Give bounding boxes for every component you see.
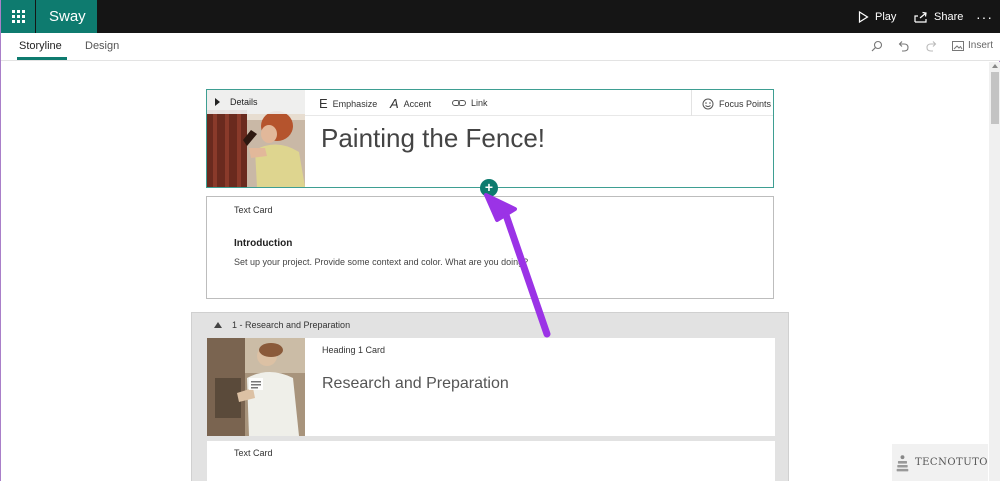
card-body-text[interactable]: Set up your project. Provide some contex… bbox=[234, 257, 528, 267]
link-icon bbox=[452, 100, 466, 106]
watermark-logo: TECNOTUTO bbox=[892, 444, 988, 481]
undo-icon[interactable] bbox=[896, 38, 912, 54]
more-options-button[interactable]: ··· bbox=[976, 0, 993, 33]
watermark-text: TECNOTUTO bbox=[914, 457, 988, 468]
play-button[interactable]: Play bbox=[858, 0, 896, 33]
play-icon bbox=[858, 10, 869, 23]
emphasize-button[interactable]: E Emphasize bbox=[319, 96, 377, 111]
scrollbar-thumb[interactable] bbox=[991, 72, 999, 124]
text-card[interactable]: Text Card bbox=[207, 441, 775, 481]
top-bar: Sway Play Share ··· bbox=[1, 0, 1000, 33]
card-type-label: Heading 1 Card bbox=[322, 345, 386, 355]
tab-design[interactable]: Design bbox=[85, 40, 119, 52]
share-label: Share bbox=[934, 10, 964, 23]
toolbar-divider bbox=[691, 90, 692, 116]
waffle-icon bbox=[11, 10, 25, 23]
share-icon bbox=[914, 11, 927, 23]
section-group: 1 - Research and Preparation Heading 1 C… bbox=[191, 312, 789, 481]
focus-points-label: Focus Points bbox=[719, 99, 772, 109]
heading-card-image[interactable] bbox=[207, 338, 305, 436]
play-label: Play bbox=[875, 10, 897, 23]
link-label: Link bbox=[471, 98, 488, 108]
title-text[interactable]: Painting the Fence! bbox=[321, 123, 545, 154]
accent-icon: A bbox=[390, 96, 399, 111]
details-label: Details bbox=[230, 97, 258, 107]
search-icon[interactable] bbox=[869, 38, 885, 54]
title-card[interactable]: Details E Emphasize A Accent Link Focus … bbox=[206, 89, 774, 188]
app-launcher-button[interactable] bbox=[1, 0, 35, 33]
heading-text[interactable]: Research and Preparation bbox=[322, 375, 509, 393]
redo-icon[interactable] bbox=[923, 38, 939, 54]
scroll-up-arrow-icon[interactable] bbox=[992, 64, 998, 68]
active-tab-indicator bbox=[17, 57, 67, 60]
insert-button[interactable]: Insert bbox=[952, 40, 993, 51]
share-button[interactable]: Share bbox=[914, 0, 963, 33]
insert-label: Insert bbox=[968, 40, 994, 51]
image-icon bbox=[952, 40, 964, 51]
card-type-label: Text Card bbox=[234, 448, 273, 458]
title-card-image[interactable]: Details bbox=[207, 90, 305, 187]
card-type-label: Text Card bbox=[234, 205, 273, 215]
watermark-emblem-icon bbox=[896, 454, 909, 471]
section-header[interactable]: 1 - Research and Preparation bbox=[214, 320, 350, 330]
accent-label: Accent bbox=[403, 98, 432, 109]
accent-button[interactable]: A Accent bbox=[390, 96, 431, 111]
text-card-introduction[interactable]: Text Card Introduction Set up your proje… bbox=[206, 196, 774, 299]
heading-card[interactable]: Heading 1 Card Research and Preparation bbox=[207, 338, 775, 436]
expand-triangle-icon bbox=[215, 98, 220, 106]
title-card-toolbar: E Emphasize A Accent Link Focus Points bbox=[305, 90, 773, 116]
app-name[interactable]: Sway bbox=[36, 0, 97, 33]
focus-points-button[interactable]: Focus Points bbox=[702, 98, 771, 110]
focus-points-icon bbox=[702, 98, 714, 110]
section-label: 1 - Research and Preparation bbox=[232, 320, 351, 330]
card-heading[interactable]: Introduction bbox=[234, 238, 292, 249]
vertical-scrollbar[interactable] bbox=[989, 62, 1000, 481]
sub-navigation: Storyline Design Insert bbox=[1, 33, 1000, 61]
details-toggle[interactable]: Details bbox=[207, 90, 305, 114]
collapse-triangle-icon[interactable] bbox=[214, 322, 222, 328]
add-card-button[interactable]: + bbox=[480, 179, 498, 197]
link-button[interactable]: Link bbox=[452, 98, 488, 108]
emphasize-label: Emphasize bbox=[332, 98, 378, 109]
tab-storyline[interactable]: Storyline bbox=[19, 40, 62, 52]
emphasize-icon: E bbox=[319, 96, 328, 111]
